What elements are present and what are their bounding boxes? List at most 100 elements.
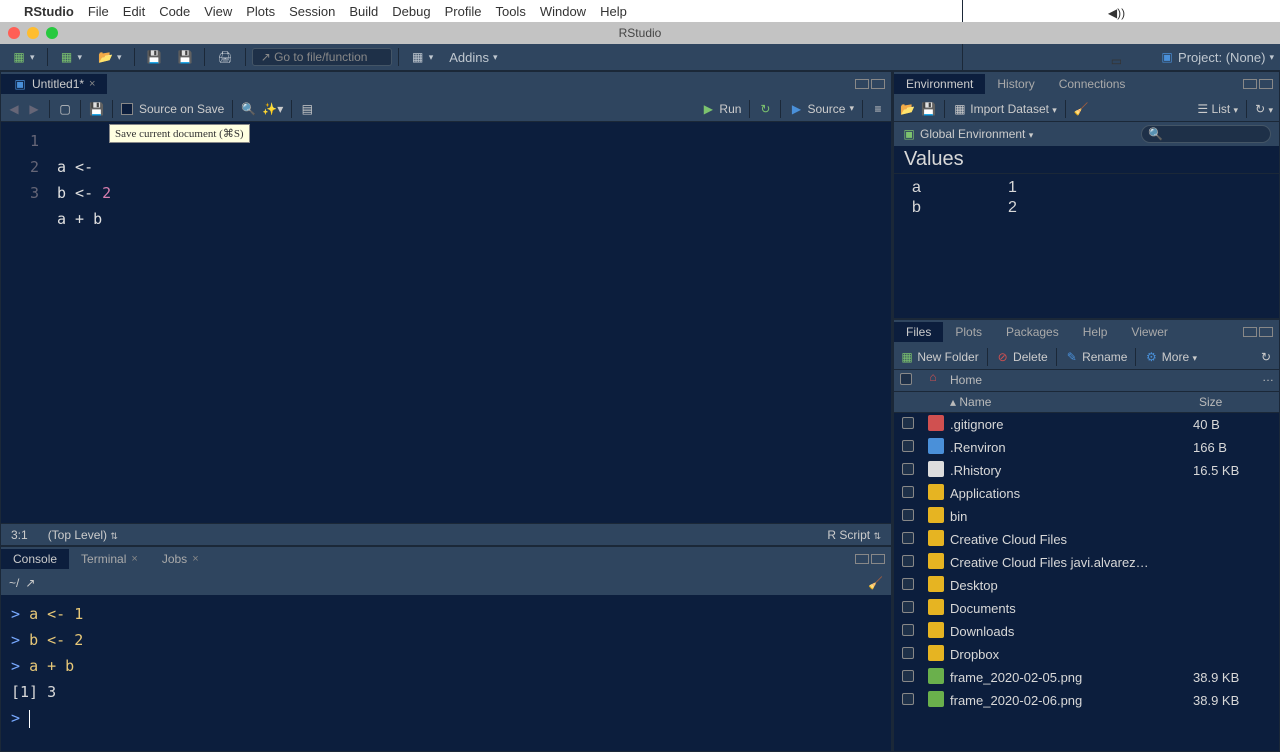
delete-button[interactable]: ⊘ Delete — [996, 350, 1048, 364]
scope-selector[interactable]: (Top Level) ⇅ — [48, 528, 118, 542]
minimize-files-icon[interactable] — [1243, 327, 1257, 337]
col-size[interactable]: Size — [1193, 392, 1279, 412]
forward-icon[interactable]: ▶ — [27, 102, 41, 116]
file-checkbox[interactable] — [902, 578, 914, 590]
file-row[interactable]: .Renviron166 B — [894, 436, 1279, 459]
goto-file-input[interactable]: ↗ Go to file/function — [252, 48, 392, 66]
wand-icon[interactable]: ✨▾ — [262, 102, 283, 116]
file-checkbox[interactable] — [902, 532, 914, 544]
file-checkbox[interactable] — [902, 670, 914, 682]
clear-env-icon[interactable]: 🧹 — [1074, 102, 1089, 116]
window-titlebar[interactable]: RStudio — [0, 22, 1280, 44]
plots-tab[interactable]: Plots — [943, 322, 994, 342]
menu-tools[interactable]: Tools — [495, 4, 525, 19]
menu-file[interactable]: File — [88, 4, 109, 19]
run-button[interactable]: ▶Run — [701, 102, 741, 116]
maximize-console-icon[interactable] — [871, 554, 885, 564]
console-tab[interactable]: Console — [1, 549, 69, 569]
print-button[interactable]: 🖨 — [211, 48, 238, 66]
file-checkbox[interactable] — [902, 417, 914, 429]
load-workspace-icon[interactable]: 📂 — [900, 102, 915, 116]
home-icon[interactable]: ⌂ — [929, 370, 936, 384]
breadcrumb-home[interactable]: Home — [944, 370, 1257, 391]
rerun-icon[interactable]: ↻ — [758, 102, 772, 116]
menu-profile[interactable]: Profile — [445, 4, 482, 19]
show-in-new-window-icon[interactable]: ▢ — [58, 102, 72, 116]
minimize-window-icon[interactable] — [27, 27, 39, 39]
file-checkbox[interactable] — [902, 647, 914, 659]
refresh-files-icon[interactable]: ↻ — [1259, 350, 1273, 364]
files-tab[interactable]: Files — [894, 322, 943, 342]
file-checkbox[interactable] — [902, 555, 914, 567]
menu-view[interactable]: View — [204, 4, 232, 19]
addins-button[interactable]: Addins ▾ — [443, 48, 503, 67]
close-tab-icon[interactable]: × — [89, 78, 95, 90]
compile-report-icon[interactable]: ▤ — [300, 102, 314, 116]
source-button[interactable]: ▶Source ▾ — [789, 102, 854, 116]
file-checkbox[interactable] — [902, 486, 914, 498]
console-popout-icon[interactable]: ↗ — [23, 576, 37, 590]
file-row[interactable]: Creative Cloud Files — [894, 528, 1279, 551]
connections-tab[interactable]: Connections — [1047, 74, 1138, 94]
new-file-button[interactable]: ▦▾ — [6, 48, 41, 66]
clear-console-icon[interactable]: 🧹 — [868, 576, 883, 590]
file-row[interactable]: Desktop — [894, 574, 1279, 597]
viewer-tab[interactable]: Viewer — [1119, 322, 1179, 342]
menu-edit[interactable]: Edit — [123, 4, 145, 19]
volume-icon[interactable]: ◀)) — [1108, 6, 1125, 20]
source-tab[interactable]: ▣ Untitled1* × — [1, 74, 107, 94]
file-row[interactable]: frame_2020-02-06.png38.9 KB — [894, 689, 1279, 712]
back-icon[interactable]: ◀ — [7, 102, 21, 116]
maximize-files-icon[interactable] — [1259, 327, 1273, 337]
refresh-env-icon[interactable]: ↻ ▾ — [1255, 102, 1273, 116]
find-icon[interactable]: 🔍 — [241, 102, 256, 116]
menu-build[interactable]: Build — [349, 4, 378, 19]
minimize-env-icon[interactable] — [1243, 79, 1257, 89]
env-row[interactable]: b2 — [894, 198, 1279, 218]
source-on-save-checkbox[interactable] — [121, 103, 133, 115]
save-button[interactable]: 💾 — [141, 48, 168, 66]
file-checkbox[interactable] — [902, 624, 914, 636]
menu-help[interactable]: Help — [600, 4, 627, 19]
file-row[interactable]: Dropbox — [894, 643, 1279, 666]
path-more-icon[interactable]: … — [1257, 370, 1279, 391]
menu-debug[interactable]: Debug — [392, 4, 430, 19]
file-row[interactable]: frame_2020-02-05.png38.9 KB — [894, 666, 1279, 689]
file-checkbox[interactable] — [902, 601, 914, 613]
more-button[interactable]: ⚙ More ▾ — [1144, 350, 1197, 364]
zoom-window-icon[interactable] — [46, 27, 58, 39]
new-project-button[interactable]: ▦▾ — [54, 48, 89, 66]
menu-code[interactable]: Code — [159, 4, 190, 19]
maximize-env-icon[interactable] — [1259, 79, 1273, 89]
env-view-mode[interactable]: ☰ List ▾ — [1197, 102, 1238, 116]
menu-plots[interactable]: Plots — [246, 4, 275, 19]
file-row[interactable]: Applications — [894, 482, 1279, 505]
minimize-pane-icon[interactable] — [855, 79, 869, 89]
help-tab[interactable]: Help — [1071, 322, 1120, 342]
file-row[interactable]: .Rhistory16.5 KB — [894, 459, 1279, 482]
menu-session[interactable]: Session — [289, 4, 335, 19]
save-all-button[interactable]: 💾 — [172, 48, 199, 66]
environment-tab[interactable]: Environment — [894, 74, 985, 94]
maximize-pane-icon[interactable] — [871, 79, 885, 89]
file-checkbox[interactable] — [902, 509, 914, 521]
select-all-checkbox[interactable] — [900, 373, 912, 385]
new-folder-button[interactable]: ▦ New Folder — [900, 350, 979, 364]
file-row[interactable]: bin — [894, 505, 1279, 528]
col-name[interactable]: ▴ Name — [944, 392, 1193, 412]
import-dataset-button[interactable]: ▦ Import Dataset ▾ — [953, 102, 1057, 116]
app-name[interactable]: RStudio — [24, 4, 74, 19]
workspace-panes-button[interactable]: ▦▾ — [405, 48, 440, 66]
minimize-console-icon[interactable] — [855, 554, 869, 564]
file-checkbox[interactable] — [902, 463, 914, 475]
project-menu[interactable]: ▣ Project: (None) ▾ — [1160, 50, 1274, 65]
env-scope[interactable]: Global Environment ▾ — [920, 127, 1033, 141]
file-checkbox[interactable] — [902, 440, 914, 452]
history-tab[interactable]: History — [985, 74, 1046, 94]
file-row[interactable]: Downloads — [894, 620, 1279, 643]
terminal-tab[interactable]: Terminal × — [69, 549, 150, 569]
save-source-button[interactable]: 💾 — [89, 102, 104, 116]
save-workspace-icon[interactable]: 💾 — [921, 102, 936, 116]
source-editor[interactable]: 1 2 3 a <- b <- 2 a + b Save current doc… — [1, 122, 891, 523]
file-row[interactable]: Creative Cloud Files javi.alvarez… — [894, 551, 1279, 574]
